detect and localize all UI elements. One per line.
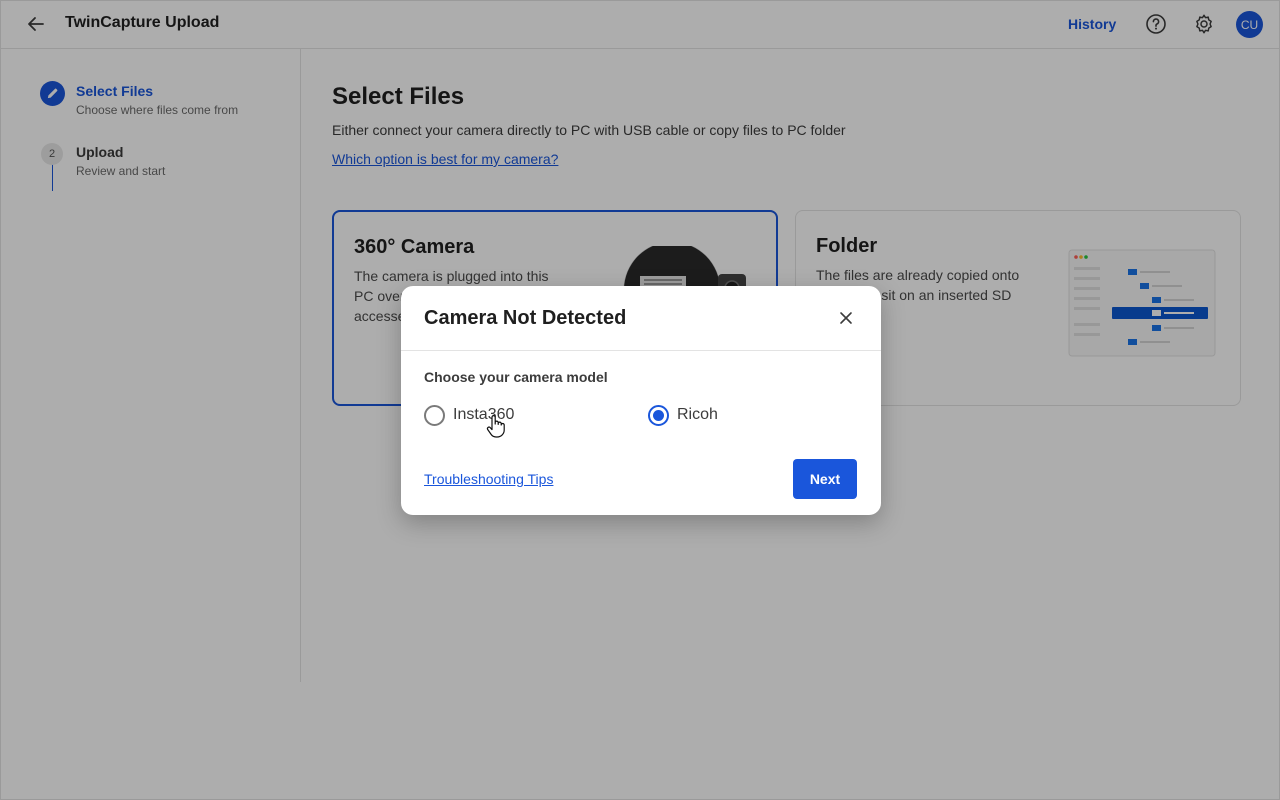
radio-option-insta360[interactable]: Insta360 [424, 404, 514, 426]
troubleshooting-tips-link[interactable]: Troubleshooting Tips [424, 471, 553, 487]
radio-insta360-label: Insta360 [453, 406, 515, 423]
radio-option-ricoh[interactable]: Ricoh [648, 404, 718, 426]
next-button[interactable]: Next [793, 459, 857, 499]
dialog-header: Camera Not Detected [401, 286, 881, 351]
dialog-title: Camera Not Detected [424, 307, 627, 329]
radio-ricoh-label: Ricoh [677, 406, 718, 423]
radio-insta360-indicator[interactable] [424, 404, 445, 426]
camera-model-label: Choose your camera model [424, 369, 608, 385]
radio-ricoh-indicator[interactable] [648, 404, 669, 426]
close-icon [840, 312, 852, 324]
camera-not-detected-dialog: Camera Not Detected Choose your camera m… [401, 286, 881, 515]
dialog-close-button[interactable] [834, 306, 858, 330]
